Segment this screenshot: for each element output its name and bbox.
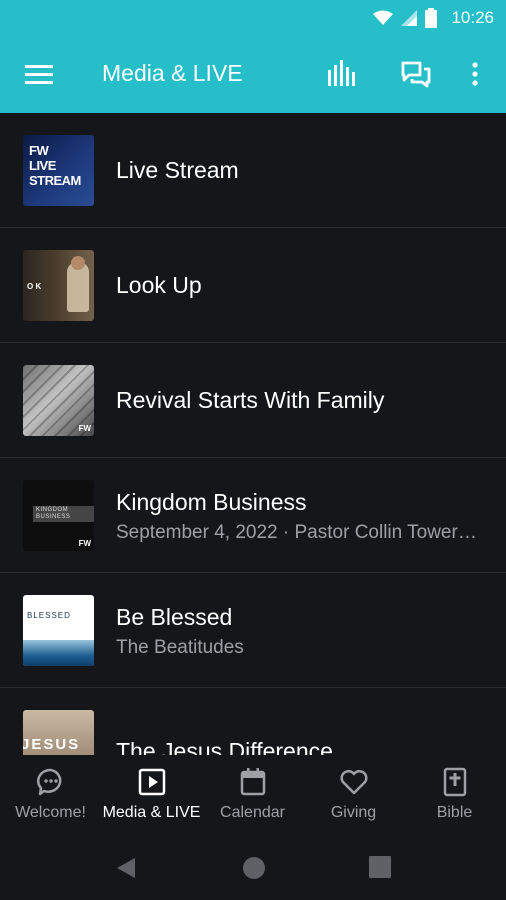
- app-bar: Media & LIVE: [0, 36, 506, 113]
- revival-thumbnail: FW: [23, 365, 94, 436]
- look-up-thumbnail: O K: [23, 250, 94, 321]
- fw-logo: FW: [78, 424, 91, 433]
- home-icon[interactable]: [242, 856, 266, 880]
- be-blessed-thumbnail: BLESSED: [23, 595, 94, 666]
- speaker-head: [71, 256, 85, 270]
- thumb-text: STREAM: [29, 173, 81, 188]
- tab-welcome[interactable]: Welcome!: [0, 755, 101, 840]
- media-item-subtitle: September 4, 2022 · Pastor Collin Tower…: [116, 522, 477, 543]
- media-item-title: Live Stream: [116, 157, 239, 183]
- fw-logo: FW: [78, 539, 91, 548]
- more-options-icon[interactable]: [460, 60, 490, 90]
- thumb-text: BUSINESS: [36, 514, 71, 520]
- media-item-title: Revival Starts With Family: [116, 387, 385, 413]
- kingdom-business-thumbnail: KINGDOM BUSINESS FW: [23, 480, 94, 551]
- play-icon: [138, 768, 166, 796]
- tab-label: Giving: [330, 804, 377, 821]
- calendar-icon: [240, 768, 266, 796]
- thumb-text: BLESSED: [27, 611, 71, 620]
- tab-giving[interactable]: Giving: [303, 755, 404, 840]
- media-item-subtitle: The Beatitudes: [116, 637, 244, 658]
- live-stream-thumbnail: FW LIVE STREAM: [23, 135, 94, 206]
- status-icons: 10:26: [373, 8, 494, 28]
- thumb-wave: [23, 640, 94, 666]
- media-item-title: Be Blessed: [116, 604, 233, 630]
- thumb-text: KINGDOM: [36, 507, 69, 513]
- signal-icon: [401, 10, 418, 26]
- bottom-navigation: Welcome! Media & LIVE Calendar Giving Bi…: [0, 755, 506, 840]
- media-item-kingdom-business[interactable]: KINGDOM BUSINESS FW Kingdom Business Sep…: [0, 458, 506, 573]
- media-item-be-blessed[interactable]: BLESSED Be Blessed The Beatitudes: [0, 573, 506, 688]
- thumb-text: FW: [29, 143, 49, 158]
- chat-bubble-icon: [36, 768, 62, 796]
- tab-label: Welcome!: [15, 804, 86, 821]
- messages-icon[interactable]: [400, 60, 432, 90]
- media-list: FW LIVE STREAM Live Stream O K Look Up F…: [0, 113, 506, 755]
- bible-icon: [443, 767, 467, 797]
- back-icon[interactable]: [115, 856, 137, 880]
- media-item-revival[interactable]: FW Revival Starts With Family: [0, 343, 506, 458]
- status-time: 10:26: [451, 8, 494, 27]
- media-item-jesus-difference[interactable]: JESUS The Jesus Difference: [0, 688, 506, 755]
- recents-icon[interactable]: [369, 856, 391, 878]
- jesus-difference-thumbnail: JESUS: [23, 710, 94, 755]
- tab-label: Calendar: [220, 804, 285, 821]
- heart-icon: [340, 769, 368, 795]
- thumb-text: O K: [27, 282, 42, 291]
- battery-icon: [425, 8, 438, 28]
- media-item-title: The Jesus Difference: [116, 738, 333, 755]
- media-item-title: Kingdom Business: [116, 489, 307, 515]
- tab-bible[interactable]: Bible: [404, 755, 505, 840]
- tab-calendar[interactable]: Calendar: [202, 755, 303, 840]
- thumb-text: JESUS: [23, 736, 81, 753]
- media-item-title: Look Up: [116, 272, 202, 298]
- wifi-icon: [373, 10, 394, 25]
- tab-label: Bible: [436, 804, 473, 821]
- media-item-live-stream[interactable]: FW LIVE STREAM Live Stream: [0, 113, 506, 228]
- tab-label: Media & LIVE: [102, 804, 201, 821]
- audio-bars-icon[interactable]: [326, 60, 358, 90]
- system-navigation-bar: [0, 840, 506, 900]
- thumb-text: LIVE: [29, 158, 56, 173]
- tab-media-live[interactable]: Media & LIVE: [101, 755, 202, 840]
- hamburger-menu-icon[interactable]: [25, 62, 53, 86]
- media-item-look-up[interactable]: O K Look Up: [0, 228, 506, 343]
- status-bar: 10:26: [0, 0, 506, 36]
- page-title: Media & LIVE: [102, 60, 243, 86]
